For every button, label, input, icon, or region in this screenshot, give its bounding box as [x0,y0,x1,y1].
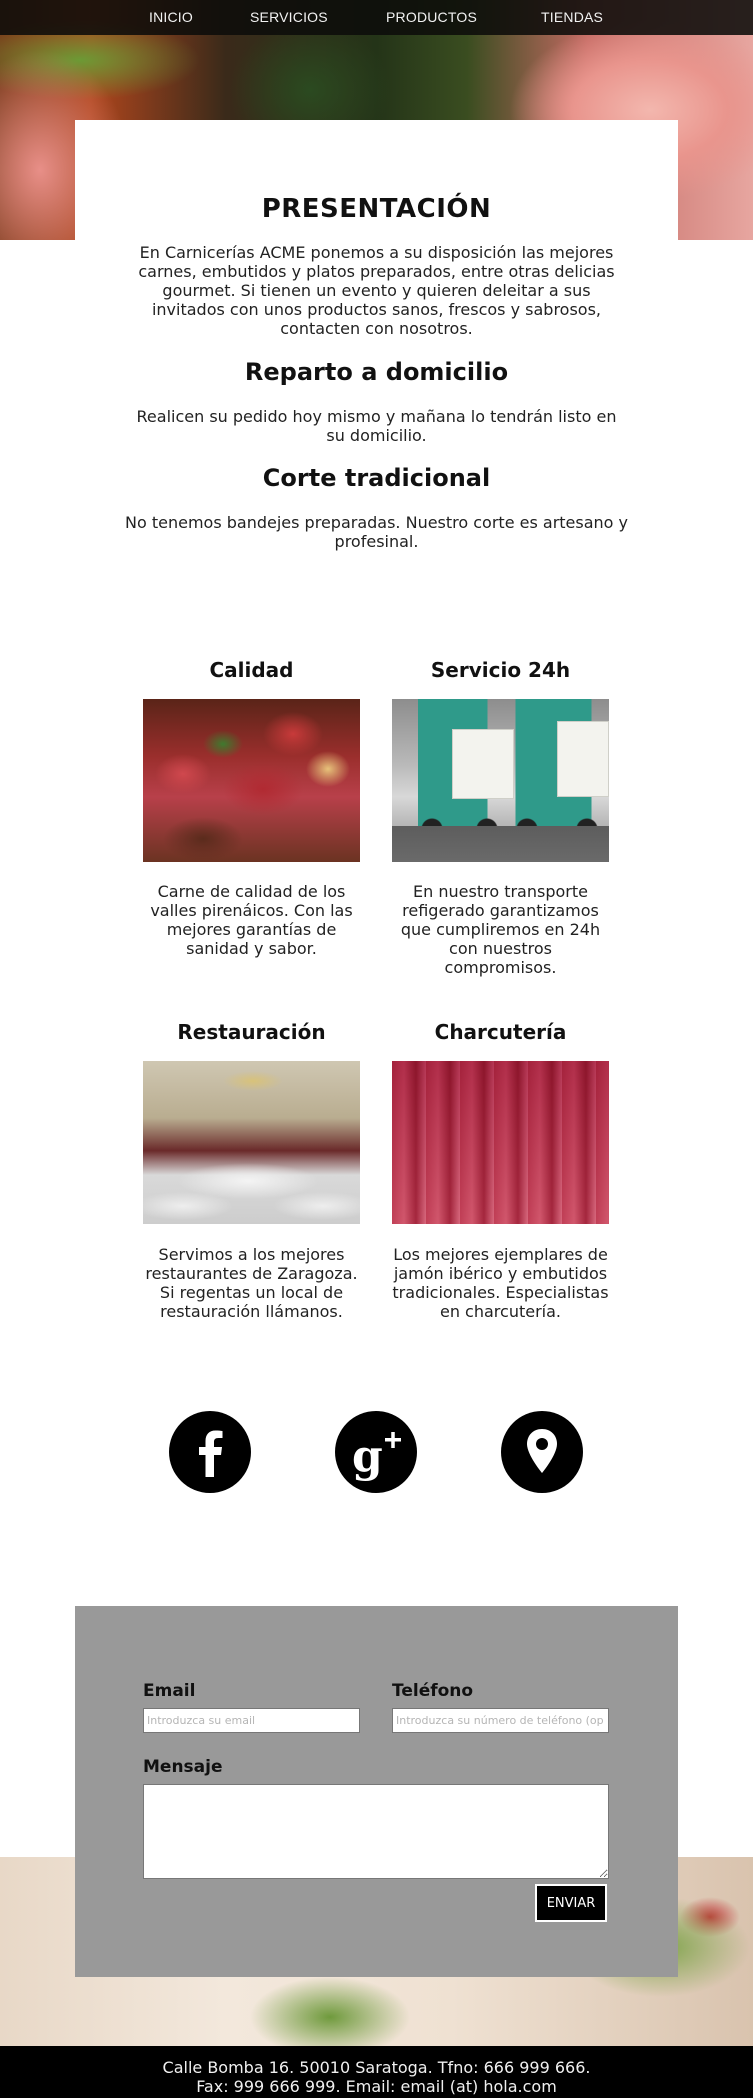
truck-cargo-box [557,721,609,797]
send-button[interactable]: ENVIAR [535,1884,607,1922]
google-plus-icon: g [352,1431,401,1482]
feature-text-restauracion: Servimos a los mejores restaurantes de Z… [145,1245,358,1321]
nav-item-servicios[interactable]: SERVICIOS [250,9,328,25]
presentation-card: PRESENTACIÓN En Carnicerías ACME ponemos… [75,120,678,590]
footer: Calle Bomba 16. 50010 Saratoga. Tfno: 66… [0,2046,753,2098]
feature-title-charcuteria: Charcutería [434,1020,567,1044]
delivery-text: Realicen su pedido hoy mismo y mañana lo… [136,407,617,445]
nav-item-inicio[interactable]: INICIO [149,9,193,25]
top-navigation: INICIO SERVICIOS PRODUCTOS TIENDAS [0,0,753,35]
restaurant-photo [143,1061,360,1224]
trucks-photo [392,699,609,862]
feature-text-calidad: Carne de calidad de los valles pirenáico… [150,882,353,958]
location-link[interactable] [501,1411,583,1493]
location-pin-icon [527,1429,557,1473]
delivery-heading: Reparto a domicilio [244,358,509,386]
feature-text-servicio: En nuestro transporte refigerado garanti… [400,882,601,977]
charcuterie-photo [392,1061,609,1224]
footer-address: Calle Bomba 16. 50010 Saratoga. Tfno: 66… [162,2058,591,2077]
message-field[interactable] [143,1784,609,1879]
feature-title-calidad: Calidad [209,658,294,682]
email-label: Email [143,1681,196,1701]
email-field[interactable] [143,1708,360,1733]
footer-contact: Fax: 999 666 999. Email: email (at) hola… [196,2077,557,2096]
phone-field[interactable] [392,1708,609,1733]
phone-label: Teléfono [392,1681,474,1701]
facebook-icon [199,1430,223,1477]
google-plus-link[interactable]: g [335,1411,417,1493]
intro-text: En Carnicerías ACME ponemos a su disposi… [138,243,615,338]
message-label: Mensaje [143,1757,223,1777]
feature-text-charcuteria: Los mejores ejemplares de jamón ibérico … [392,1245,609,1321]
nav-item-productos[interactable]: PRODUCTOS [386,9,477,25]
truck-cargo-box [452,729,514,799]
contact-form: Email Teléfono Mensaje ENVIAR [75,1606,678,1977]
feature-title-servicio: Servicio 24h [430,658,571,682]
feature-title-restauracion: Restauración [177,1020,326,1044]
facebook-link[interactable] [169,1411,251,1493]
nav-item-tiendas[interactable]: TIENDAS [541,9,603,25]
svg-text:g: g [352,1431,383,1482]
page-title: PRESENTACIÓN [261,194,492,224]
meat-photo [143,699,360,862]
cut-text: No tenemos bandejes preparadas. Nuestro … [125,513,629,551]
cut-heading: Corte tradicional [262,464,491,492]
